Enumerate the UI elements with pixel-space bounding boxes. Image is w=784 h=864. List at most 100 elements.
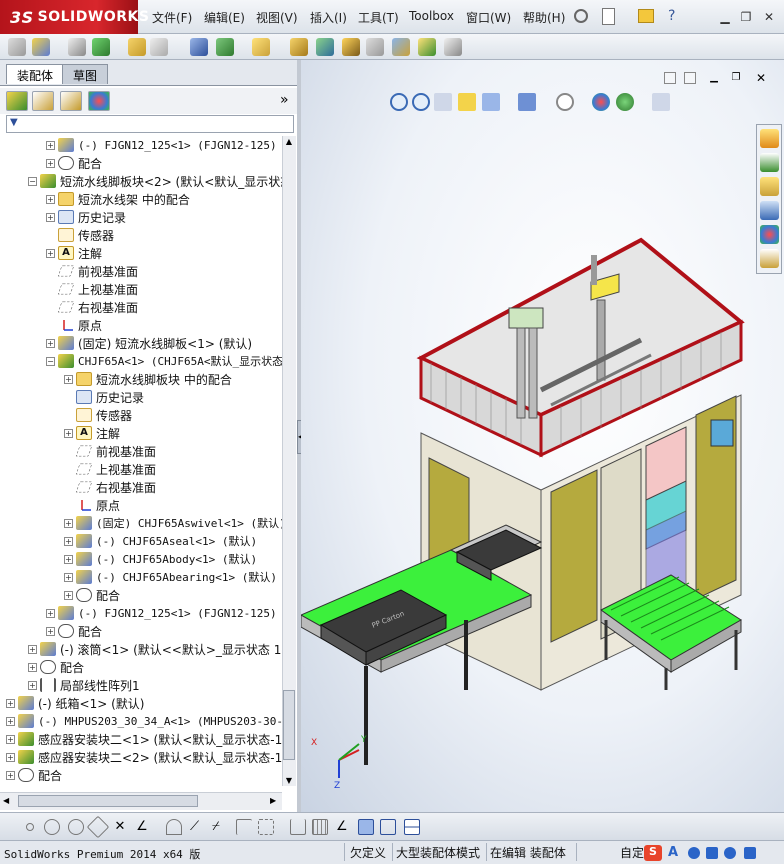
tree-row[interactable]: 原点 [46, 316, 102, 334]
scroll-down-icon[interactable]: ▼ [284, 776, 294, 788]
tree-expander-icon[interactable]: + [64, 374, 73, 384]
tree-row[interactable]: 原点 [64, 496, 120, 514]
view-orientation-icon[interactable] [482, 93, 500, 111]
arc-icon[interactable] [166, 819, 182, 835]
circle-center-icon[interactable] [44, 819, 60, 835]
mate-icon[interactable] [68, 38, 86, 56]
help-question-icon[interactable]: ? [668, 8, 675, 24]
tree-expander-icon[interactable]: + [6, 752, 15, 762]
status-custom-units[interactable]: 自定 [620, 844, 644, 861]
ime-skin-icon[interactable] [744, 847, 756, 859]
doc-restore-button[interactable]: ❐ [730, 72, 742, 84]
tab-assembly[interactable]: 装配体 [6, 64, 65, 84]
tree-expander-icon[interactable]: + [6, 716, 15, 726]
tree-expander-icon[interactable]: + [64, 590, 73, 600]
menu-tools[interactable]: 工具(T) [358, 9, 399, 26]
restore-button[interactable]: ❐ [737, 9, 755, 25]
viewport-link-icon[interactable] [684, 72, 696, 84]
sogou-ime-icon[interactable]: S [644, 845, 662, 861]
tree-row[interactable]: + 配合 [6, 766, 62, 784]
viewport-split-icon[interactable] [664, 72, 676, 84]
tree-expander-icon[interactable]: + [46, 212, 55, 222]
tree-expander-icon[interactable]: + [64, 518, 73, 528]
tree-row[interactable]: + (-) 纸箱<1> (默认) [6, 694, 144, 712]
tree-expander-icon[interactable]: + [46, 158, 55, 168]
move-component-icon[interactable] [150, 38, 168, 56]
tree-row[interactable]: 右视基准面 [46, 298, 138, 316]
tree-row[interactable]: 前视基准面 [64, 442, 156, 460]
tree-horizontal-scroll-thumb[interactable] [18, 795, 198, 807]
menu-help[interactable]: 帮助(H) [523, 9, 565, 26]
tree-expander-icon[interactable]: + [6, 734, 15, 744]
tangent-icon[interactable]: ⟋ [190, 819, 206, 835]
zoom-to-fit-icon[interactable] [390, 93, 408, 111]
tree-row[interactable]: + (-) MHPUS203_30_34_A<1> (MHPUS203-30-34… [6, 712, 282, 730]
design-library-icon[interactable] [760, 153, 779, 172]
tree-row[interactable]: 历史记录 [64, 388, 144, 406]
menu-view[interactable]: 视图(V) [256, 9, 298, 26]
measure-angle-icon[interactable]: ∠ [336, 819, 352, 835]
close-button[interactable]: ✕ [760, 9, 778, 25]
polygon-icon[interactable] [86, 815, 110, 839]
tree-expander-icon[interactable]: + [64, 428, 73, 438]
tree-expander-icon[interactable]: + [6, 698, 15, 708]
tree-row[interactable]: + 配合 [64, 586, 120, 604]
tree-row[interactable]: 传感器 [64, 406, 132, 424]
property-manager-icon[interactable] [32, 91, 54, 111]
tree-expander-icon[interactable]: + [28, 680, 37, 690]
circle-icon[interactable] [68, 819, 84, 835]
tree-row[interactable]: − CHJF65A<1> (CHJF65A<默认_显示状态- [46, 352, 282, 370]
more-tabs-icon[interactable]: » [280, 92, 289, 108]
bill-of-materials-icon[interactable] [316, 38, 334, 56]
scroll-up-icon[interactable]: ▲ [284, 137, 294, 149]
feature-manager-icon[interactable] [6, 91, 28, 111]
trim-icon[interactable]: ⌿ [212, 819, 228, 835]
tree-row[interactable]: + 感应器安装块二<2> (默认<默认_显示状态-1> [6, 748, 282, 766]
reference-geometry-icon[interactable] [252, 38, 270, 56]
tree-expander-icon[interactable]: + [28, 662, 37, 672]
menu-window[interactable]: 窗口(W) [466, 9, 511, 26]
apply-scene-icon[interactable] [616, 93, 634, 111]
menu-file[interactable]: 文件(F) [152, 9, 192, 26]
tree-row[interactable]: + 配合 [46, 154, 102, 172]
tree-expander-icon[interactable]: − [28, 176, 37, 186]
tree-row[interactable]: + (-) CHJF65Abody<1> (默认) [64, 550, 257, 568]
smart-fasteners-icon[interactable] [128, 38, 146, 56]
scroll-left-icon[interactable]: ◀ [3, 796, 9, 805]
tree-row[interactable]: 右视基准面 [64, 478, 156, 496]
interference-detection-icon[interactable] [392, 38, 410, 56]
exploded-view-icon[interactable] [342, 38, 360, 56]
tree-row[interactable]: − 短流水线脚板块<2> (默认<默认_显示状态 [28, 172, 282, 190]
tree-row[interactable]: + 短流水线脚板块 中的配合 [64, 370, 232, 388]
tree-row[interactable]: + 配合 [28, 658, 84, 676]
tree-row[interactable]: 上视基准面 [64, 460, 156, 478]
minimize-button[interactable]: ▁ [716, 9, 734, 25]
cross-icon[interactable]: ✕ [112, 819, 128, 835]
rebuild-icon[interactable] [8, 38, 26, 56]
tree-row[interactable]: + 局部线性阵列1 [28, 676, 140, 694]
tree-row[interactable]: 前视基准面 [46, 262, 138, 280]
insert-component-icon[interactable] [32, 38, 50, 56]
tree-expander-icon[interactable]: + [46, 140, 55, 150]
tree-vertical-scroll-thumb[interactable] [283, 690, 295, 760]
previous-view-icon[interactable] [434, 93, 452, 111]
tree-expander-icon[interactable]: + [64, 572, 73, 582]
tree-expander-icon[interactable]: + [64, 554, 73, 564]
scroll-right-icon[interactable]: ▶ [270, 796, 276, 805]
ime-keyboard-icon[interactable] [724, 847, 736, 859]
tree-row[interactable]: + (-) FJGN12_125<1> (FJGN12-125) [46, 604, 277, 622]
open-folder-icon[interactable] [638, 9, 654, 23]
configuration-manager-icon[interactable] [60, 91, 82, 111]
tree-row[interactable]: + A 注解 [46, 244, 102, 262]
tree-row[interactable]: 上视基准面 [46, 280, 138, 298]
tree-row[interactable]: + (-) FJGN12_125<1> (FJGN12-125) [46, 136, 277, 154]
sketch-box-icon[interactable] [258, 819, 274, 835]
tree-row[interactable]: + A 注解 [64, 424, 120, 442]
menu-toolbox[interactable]: Toolbox [409, 9, 454, 23]
tree-row[interactable]: + (-) CHJF65Abearing<1> (默认) [64, 568, 277, 586]
doc-minimize-button[interactable]: ▁ [708, 72, 720, 84]
tree-expander-icon[interactable]: + [6, 770, 15, 780]
tree-expander-icon[interactable]: − [46, 356, 55, 366]
angle-icon[interactable]: ∠ [134, 819, 150, 835]
view-palette-icon[interactable] [760, 201, 779, 220]
